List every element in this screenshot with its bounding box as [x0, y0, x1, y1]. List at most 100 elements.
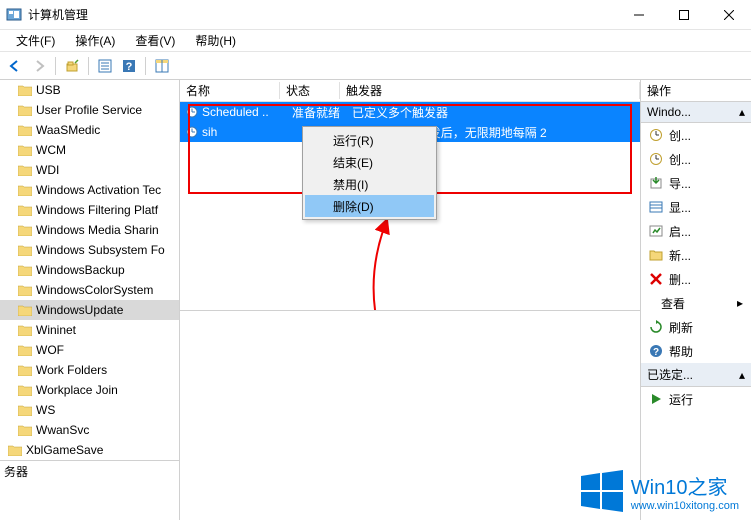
maximize-button[interactable] [661, 0, 706, 30]
toolbar-separator [55, 57, 56, 75]
tree-item-label: WDI [36, 163, 59, 177]
menu-help[interactable]: 帮助(H) [185, 30, 246, 51]
folder-icon [18, 345, 32, 356]
actions-refresh[interactable]: 刷新 [641, 315, 751, 339]
tree-item[interactable]: User Profile Service [0, 100, 179, 120]
action-item[interactable]: 显... [641, 195, 751, 219]
tree-item-label: WindowsBackup [36, 263, 125, 277]
details-pane [180, 310, 640, 520]
folder-icon [18, 365, 32, 376]
tree-item-label: WwanSvc [36, 423, 89, 437]
show-icon [649, 200, 663, 214]
ctx-run[interactable]: 运行(R) [305, 129, 434, 151]
tree-item[interactable]: WDI [0, 160, 179, 180]
task-row[interactable]: Scheduled ..准备就绪已定义多个触发器 [180, 102, 640, 122]
tree-item[interactable]: USB [0, 80, 179, 100]
watermark-url: www.win10xitong.com [631, 500, 739, 512]
back-button[interactable] [4, 55, 26, 77]
actions-group-2[interactable]: 已选定... ▴ [641, 363, 751, 387]
tree-item[interactable]: WCM [0, 140, 179, 160]
tree-item[interactable]: WindowsUpdate [0, 300, 179, 320]
properties-button[interactable] [94, 55, 116, 77]
minimize-button[interactable] [616, 0, 661, 30]
folder-icon [18, 425, 32, 436]
folder-icon [18, 265, 32, 276]
help-icon[interactable]: ? [118, 55, 140, 77]
tree-item[interactable]: WOF [0, 340, 179, 360]
col-status[interactable]: 状态 [280, 82, 340, 99]
ctx-end[interactable]: 结束(E) [305, 151, 434, 173]
enable-history-icon [649, 224, 663, 238]
titlebar: 计算机管理 [0, 0, 751, 30]
col-trigger[interactable]: 触发器 [340, 82, 640, 99]
folder-icon [18, 85, 32, 96]
actions-view[interactable]: 查看 ▸ [641, 291, 751, 315]
tree-item-label: Windows Subsystem Fo [36, 243, 165, 257]
folder-icon [8, 445, 22, 456]
menu-view[interactable]: 查看(V) [125, 30, 185, 51]
collapse-icon: ▴ [739, 105, 745, 119]
actions-help[interactable]: ? 帮助 [641, 339, 751, 363]
tree-item-label: WindowsUpdate [36, 303, 123, 317]
new-task-icon [649, 128, 663, 142]
folder-icon [18, 405, 32, 416]
actions-pane: 操作 Windo... ▴ 创...创...导...显...启...新...删.… [641, 80, 751, 520]
watermark-title: Win10之家 [631, 471, 739, 500]
tree-item-label: Windows Filtering Platf [36, 203, 158, 217]
tree-item[interactable]: XblGameSave [0, 440, 179, 460]
tree-item[interactable]: Wininet [0, 320, 179, 340]
tree-item-label: Wininet [36, 323, 76, 337]
tree-item[interactable]: WwanSvc [0, 420, 179, 440]
action-item[interactable]: 创... [641, 123, 751, 147]
actions-run[interactable]: 运行 [641, 387, 751, 411]
new-task2-icon [649, 152, 663, 166]
tree-item[interactable]: Workplace Join [0, 380, 179, 400]
horizontal-scrollbar[interactable] [180, 293, 640, 310]
tree-item-label: Workplace Join [36, 383, 118, 397]
tree-item-label: USB [36, 83, 61, 97]
app-icon [6, 7, 22, 23]
folder-icon [18, 125, 32, 136]
windows-logo-icon [581, 470, 623, 512]
tree-item[interactable]: WS [0, 400, 179, 420]
folder-icon [18, 145, 32, 156]
forward-button[interactable] [28, 55, 50, 77]
tree-pane[interactable]: USB User Profile Service WaaSMedic WCM WDI Wi… [0, 80, 180, 520]
context-menu: 运行(R) 结束(E) 禁用(I) 删除(D) [302, 126, 437, 220]
up-button[interactable] [61, 55, 83, 77]
tree-item-label: XblGameSave [26, 443, 103, 457]
tree-item[interactable]: Windows Subsystem Fo [0, 240, 179, 260]
ctx-disable[interactable]: 禁用(I) [305, 173, 434, 195]
help-icon: ? [649, 344, 663, 358]
tree-item-label: User Profile Service [36, 103, 142, 117]
actions-group-1[interactable]: Windo... ▴ [641, 102, 751, 123]
tree-item[interactable]: Windows Media Sharin [0, 220, 179, 240]
tree-item[interactable]: WindowsColorSystem [0, 280, 179, 300]
action-item[interactable]: 导... [641, 171, 751, 195]
ctx-delete[interactable]: 删除(D) [305, 195, 434, 217]
tree-item[interactable]: WindowsBackup [0, 260, 179, 280]
tree-item-label: WCM [36, 143, 66, 157]
actions-header: 操作 [641, 80, 751, 102]
tree-item-label: WOF [36, 343, 64, 357]
tree-item[interactable]: WaaSMedic [0, 120, 179, 140]
action-item[interactable]: 创... [641, 147, 751, 171]
view-details-button[interactable] [151, 55, 173, 77]
chevron-right-icon: ▸ [737, 296, 743, 310]
folder-icon [18, 245, 32, 256]
watermark: Win10之家 www.win10xitong.com [581, 470, 739, 512]
play-icon [649, 392, 663, 406]
tree-item[interactable]: Windows Filtering Platf [0, 200, 179, 220]
clock-icon [186, 106, 198, 118]
action-item[interactable]: 删... [641, 267, 751, 291]
action-item[interactable]: 新... [641, 243, 751, 267]
tree-item[interactable]: Windows Activation Tec [0, 180, 179, 200]
tree-item[interactable]: Work Folders [0, 360, 179, 380]
col-name[interactable]: 名称 [180, 82, 280, 99]
menu-action[interactable]: 操作(A) [65, 30, 125, 51]
action-item[interactable]: 启... [641, 219, 751, 243]
folder-icon [18, 165, 32, 176]
svg-text:?: ? [126, 61, 133, 73]
menu-file[interactable]: 文件(F) [6, 30, 65, 51]
close-button[interactable] [706, 0, 751, 30]
